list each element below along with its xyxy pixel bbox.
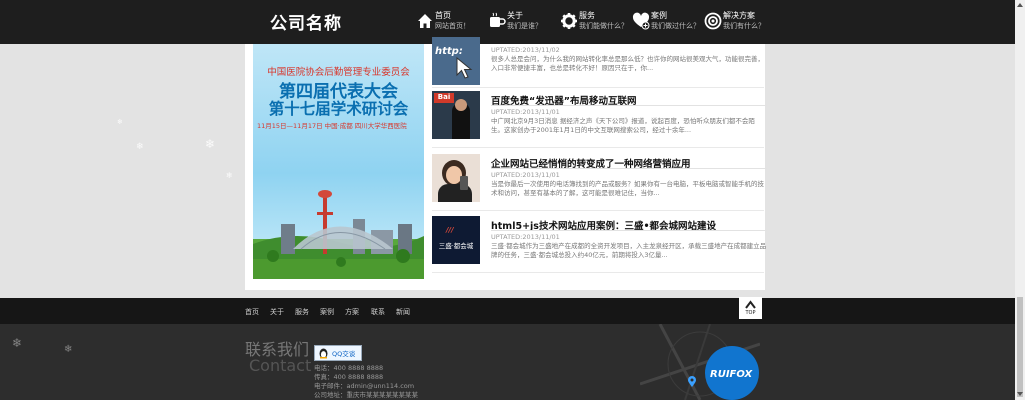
- divider: [432, 210, 764, 211]
- contact-subtitle: Contact: [249, 356, 312, 375]
- gear-icon: [561, 13, 577, 29]
- poster-line1: 中国医院协会后勤管理专业委员会: [267, 67, 410, 78]
- main-content: 中国医院协会后勤管理专业委员会 第四届代表大会 第十七届学术研讨会 11月15日…: [245, 37, 767, 290]
- footer-link-services[interactable]: 服务: [295, 307, 309, 317]
- back-to-top-button[interactable]: TOP: [739, 297, 762, 319]
- thumbnail-text: 三盛·都会城: [438, 242, 474, 250]
- target-icon: [704, 12, 722, 30]
- qq-chat-button[interactable]: QQ交谈: [314, 345, 362, 361]
- list-item[interactable]: http: UPTATED:2013/11/02 很多人总是会问，为什么我的网站…: [432, 37, 764, 93]
- footer-nav: 首页 关于 服务 案例 方案 联系 新闻: [0, 298, 1015, 324]
- heart-plus-icon: [632, 12, 650, 30]
- nav-cases-sub: 我们做过什么？: [651, 22, 700, 30]
- post-thumbnail[interactable]: [432, 154, 480, 202]
- post-excerpt: 中广网北京9月3日消息 据经济之声《天下公司》报道，说起百度，恐怕听众朋友们都不…: [491, 117, 755, 134]
- scrollbar-thumb[interactable]: [1017, 297, 1023, 397]
- nav-home-label: 首页: [435, 11, 451, 20]
- site-logo[interactable]: 公司名称: [270, 9, 342, 34]
- coffee-cup-icon: [490, 12, 506, 27]
- nav-about-label: 关于: [507, 11, 523, 20]
- list-item[interactable]: Bai 百度免费“发迅器”布局移动互联网 UPTATED:2013/11/01 …: [432, 91, 767, 148]
- nav-services-sub: 我们能做什么？: [579, 22, 628, 30]
- nav-solutions-label: 解决方案: [723, 11, 755, 20]
- post-thumbnail[interactable]: Bai: [432, 91, 480, 139]
- nav-cases-label: 案例: [651, 11, 667, 20]
- scroll-down-arrow-icon[interactable]: [1016, 390, 1024, 398]
- post-excerpt: 很多人总是会问，为什么我的网站转化率总是那么低？也许你的网站很美观大气，功能很完…: [491, 55, 764, 72]
- scroll-up-arrow-icon[interactable]: [1016, 1, 1024, 9]
- home-icon: [418, 14, 432, 28]
- footer-link-about[interactable]: 关于: [270, 307, 284, 317]
- back-to-top-label: TOP: [745, 310, 756, 316]
- snowflake-icon: ❄: [64, 344, 73, 355]
- chevron-up-icon: [745, 300, 756, 309]
- map-pin-icon: [688, 376, 696, 387]
- divider: [432, 272, 764, 273]
- divider: [432, 87, 764, 88]
- footer-link-home[interactable]: 首页: [245, 307, 259, 317]
- penguin-icon: [319, 348, 328, 359]
- post-thumbnail[interactable]: http:: [432, 37, 480, 85]
- qq-chat-label: QQ交谈: [332, 350, 356, 358]
- snowflake-icon: ❄: [226, 171, 233, 180]
- post-date: UPTATED:2013/11/02: [491, 46, 560, 54]
- divider: [491, 105, 767, 106]
- footer-link-solutions[interactable]: 方案: [345, 307, 359, 317]
- post-excerpt: 当是你最后一次使用的电话簿找到的产品或服务？如果你有一台电脑，平板电脑或智能手机…: [491, 180, 764, 197]
- snowflake-icon: ❄: [136, 142, 144, 152]
- list-item[interactable]: /// 三盛·都会城 html5+js技术网站应用案例：三盛•都会城网站建设 U…: [432, 216, 767, 273]
- contact-address: 公司地址：重庆市某某某某某某某某: [314, 391, 418, 399]
- post-excerpt: 三盛·都会城作为三盛地产在成都的全资开发项目，入主龙泉经开区，承载三盛地产在成都…: [491, 242, 767, 259]
- nav-about-sub: 我们是谁？: [507, 22, 542, 30]
- post-date: UPTATED:2013/11/01: [491, 233, 560, 241]
- thumbnail-text: http:: [435, 46, 463, 57]
- list-item[interactable]: 企业网站已经悄悄的转变成了一种网络营销应用 UPTATED:2013/11/01…: [432, 154, 767, 211]
- footer-contact: RUIFOX ❄ ❄ 联系我们 Contact QQ交谈 电话：400 8888…: [0, 324, 1015, 400]
- thumbnail-text: Bai: [434, 93, 454, 103]
- nav-services-label: 服务: [579, 11, 595, 20]
- footer-link-news[interactable]: 新闻: [396, 307, 410, 317]
- divider: [491, 230, 767, 231]
- nav-home-sub: 网站首页！: [435, 22, 470, 30]
- poster-line3: 第十七届学术研讨会: [268, 100, 409, 118]
- snowflake-icon: ❄: [205, 137, 216, 151]
- footer-link-cases[interactable]: 案例: [320, 307, 334, 317]
- post-date: UPTATED:2013/11/01: [491, 108, 560, 116]
- snowflake-icon: ❄: [12, 336, 23, 350]
- nav-solutions-sub: 我们有什么？: [723, 22, 765, 30]
- divider: [432, 147, 764, 148]
- divider: [491, 168, 767, 169]
- conference-poster[interactable]: 中国医院协会后勤管理专业委员会 第四届代表大会 第十七届学术研讨会 11月15日…: [253, 44, 424, 279]
- brand-logo-text: RUIFOX: [710, 369, 753, 380]
- post-date: UPTATED:2013/11/01: [491, 171, 560, 179]
- footer-link-contact[interactable]: 联系: [371, 307, 385, 317]
- snowflake-icon: ❄: [117, 118, 123, 126]
- post-thumbnail[interactable]: /// 三盛·都会城: [432, 216, 480, 264]
- cursor-icon: [456, 57, 473, 79]
- poster-line4: 11月15日—11月17日 中国·成都 四川大学华西医院: [257, 122, 407, 130]
